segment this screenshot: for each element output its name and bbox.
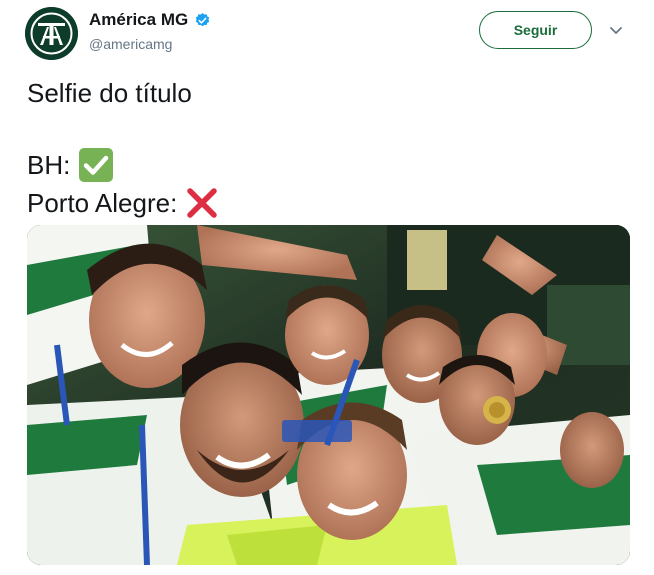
verified-badge-icon [194, 12, 211, 29]
tweet-line-porto-alegre: Porto Alegre: [27, 186, 219, 220]
bh-label: BH: [27, 150, 71, 180]
chevron-down-icon[interactable] [608, 22, 624, 38]
tweet-header: América MG @americamg Seguir [0, 0, 654, 70]
america-mg-crest-icon[interactable] [25, 7, 78, 60]
porto-alegre-label: Porto Alegre: [27, 188, 178, 218]
tweet-line-spacer [27, 110, 219, 144]
follow-button[interactable]: Seguir [479, 11, 592, 49]
check-mark-button-icon [78, 147, 114, 183]
tweet-line-title: Selfie do título [27, 78, 192, 108]
author-name-row: América MG [89, 10, 211, 30]
cross-mark-icon [185, 186, 219, 220]
tweet-line-bh: BH: [27, 148, 219, 182]
author-display-name[interactable]: América MG [89, 10, 188, 30]
author-handle[interactable]: @americamg [89, 36, 172, 52]
tweet-text: Selfie do título BH: Porto Alegre: [27, 76, 219, 220]
team-selfie-photo[interactable] [27, 225, 630, 565]
